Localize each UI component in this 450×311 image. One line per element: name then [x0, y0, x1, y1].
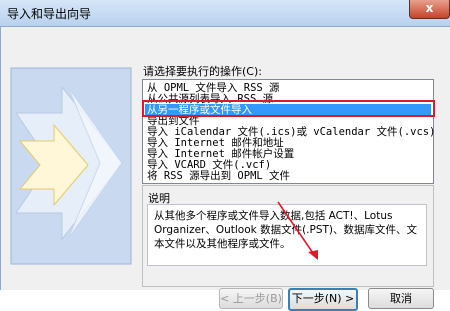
description-text: 从其他多个程序或文件导入数据,包括 ACT!、Lotus Organizer、O… [154, 210, 418, 250]
description-box: 从其他多个程序或文件导入数据,包括 ACT!、Lotus Organizer、O… [147, 204, 427, 266]
window-title: 导入和导出向导 [7, 7, 92, 21]
action-listbox[interactable]: 从 OPML 文件导入 RSS 源 从公共源列表导入 RSS 源 从另一程序或文… [142, 79, 435, 184]
description-group: 说明 从其他多个程序或文件导入数据,包括 ACT!、Lotus Organize… [142, 185, 434, 287]
close-button[interactable]: x [409, 0, 450, 19]
next-button[interactable]: 下一步(N) > [288, 288, 358, 311]
wizard-dialog: 请选择要执行的操作(C): 从 OPML 文件导入 RSS 源 从公共源列表导入… [0, 27, 450, 311]
cancel-button[interactable]: 取消 [368, 288, 434, 309]
title-bar: 导入和导出向导 x [0, 0, 450, 27]
wizard-illustration [10, 67, 132, 265]
selection-highlight-box [142, 100, 435, 117]
back-button[interactable]: < 上一步(B) [219, 288, 283, 309]
action-item-export-rss-opml[interactable]: 将 RSS 源导出到 OPML 文件 [147, 170, 290, 182]
action-prompt-label: 请选择要执行的操作(C): [143, 65, 262, 78]
